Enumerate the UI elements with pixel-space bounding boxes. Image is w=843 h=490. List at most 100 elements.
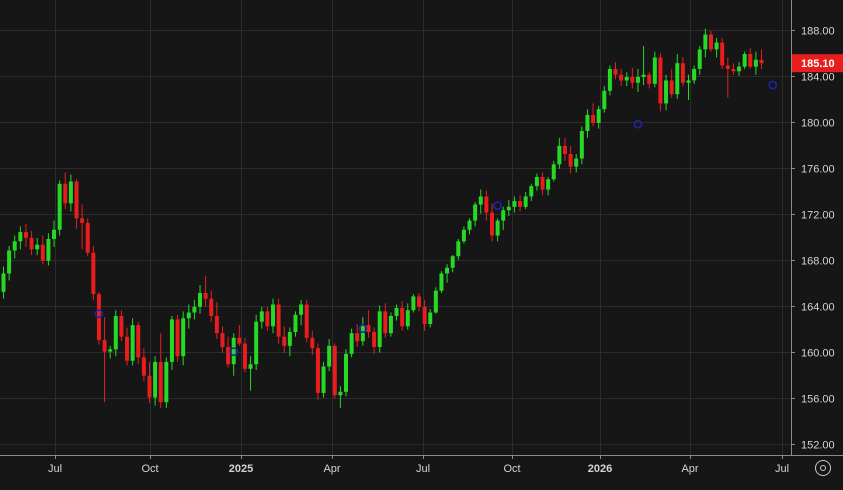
candle-body <box>349 333 354 354</box>
candle-body <box>383 311 388 334</box>
candle-body <box>198 292 203 307</box>
candle-body <box>209 298 214 316</box>
candle-body <box>175 319 180 357</box>
candle <box>141 348 146 382</box>
candle <box>209 290 214 322</box>
candle-body <box>35 244 40 250</box>
candle <box>697 45 702 75</box>
candle-body <box>388 315 393 334</box>
candle-body <box>7 250 12 274</box>
candle-body <box>63 183 68 204</box>
candle <box>574 153 579 173</box>
candle <box>658 52 663 112</box>
candle-body <box>293 314 298 333</box>
candle-body <box>18 232 23 242</box>
candle-body <box>332 345 337 396</box>
candle <box>518 195 523 212</box>
candle-body <box>338 391 343 396</box>
candle <box>664 74 669 111</box>
candle-body <box>355 333 360 342</box>
axes: 152.00 156.00 160.00 164.00 168.00 172.00 176.… <box>0 0 843 475</box>
candle-body <box>484 196 489 213</box>
candle <box>557 137 562 169</box>
candle <box>759 49 764 69</box>
candle-body <box>523 196 528 207</box>
candle-body <box>428 312 433 325</box>
candle <box>372 327 377 354</box>
candle <box>237 325 242 346</box>
candle <box>287 327 292 357</box>
candle-body <box>652 57 657 84</box>
candle <box>299 299 304 326</box>
chart-canvas: 152.00 156.00 160.00 164.00 168.00 172.00 176.… <box>0 0 843 475</box>
candle <box>169 315 174 370</box>
candle <box>96 291 101 345</box>
candle-body <box>147 375 152 398</box>
candle <box>344 349 349 397</box>
y-tick-label: 176.00 <box>801 164 835 176</box>
candle <box>585 109 590 138</box>
candle <box>534 173 539 191</box>
candle-body <box>130 325 135 361</box>
candle <box>602 86 607 113</box>
candle-body <box>226 346 231 365</box>
candle <box>591 103 596 127</box>
candle-body <box>169 319 174 362</box>
last-price-label: 185.10 <box>801 58 835 70</box>
candle <box>349 328 354 358</box>
candle-body <box>271 304 276 327</box>
candle-body <box>675 63 680 95</box>
candle-body <box>153 361 158 398</box>
candle-body <box>737 66 742 72</box>
candle <box>293 311 298 337</box>
candle-body <box>585 114 590 131</box>
candle-body <box>85 222 90 253</box>
candle <box>68 174 73 212</box>
candle-body <box>529 186 534 197</box>
candle-body <box>304 304 309 338</box>
candle <box>214 302 219 339</box>
candle-body <box>579 130 584 159</box>
candle-body <box>433 290 438 313</box>
candle <box>546 176 551 196</box>
candle-body <box>287 332 292 346</box>
candlestick-chart: 152.00 156.00 160.00 164.00 168.00 172.00 176.… <box>0 0 843 485</box>
candle-body <box>478 196 483 205</box>
x-tick-label: Jul <box>48 463 62 475</box>
x-tick-label: Oct <box>503 463 520 475</box>
candle <box>647 72 652 89</box>
candle-body <box>602 90 607 110</box>
candle <box>192 299 197 320</box>
candle <box>484 190 489 221</box>
candle <box>181 311 186 366</box>
candle <box>23 224 28 248</box>
candle <box>242 337 247 373</box>
candle <box>125 327 130 366</box>
candle <box>220 326 225 353</box>
candle <box>46 233 51 266</box>
candle <box>725 57 730 98</box>
candle <box>35 237 40 256</box>
candle-body <box>422 306 427 325</box>
candle <box>748 48 753 69</box>
y-tick-label: 188.00 <box>801 26 835 38</box>
candle <box>450 255 455 273</box>
candle-body <box>680 63 685 83</box>
candle <box>203 275 208 307</box>
candle <box>473 202 478 227</box>
candle-body <box>12 241 17 251</box>
candle <box>652 51 657 88</box>
candle-body <box>748 54 753 67</box>
candle-body <box>360 325 365 342</box>
candle-body <box>731 68 736 72</box>
x-tick-label: Jul <box>775 463 789 475</box>
candle-body <box>321 366 326 393</box>
candle-body <box>113 315 118 350</box>
candle-body <box>613 68 618 75</box>
candle-body <box>473 204 478 221</box>
candle-body <box>591 114 596 123</box>
candle <box>461 226 466 244</box>
settings-gear-icon[interactable] <box>815 460 831 476</box>
candle-body <box>445 267 450 274</box>
x-tick-label: 2026 <box>588 463 612 475</box>
